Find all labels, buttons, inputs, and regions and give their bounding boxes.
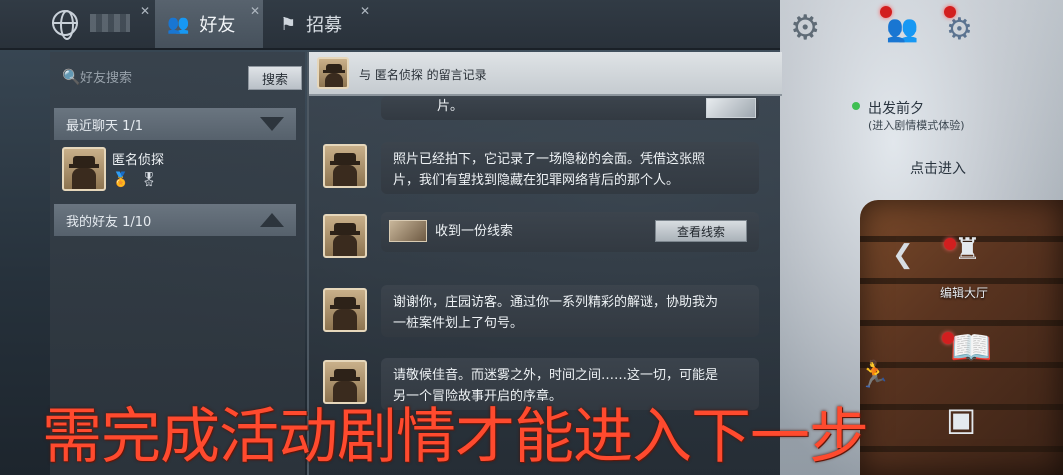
detective-avatar (323, 144, 367, 188)
my-friends-header[interactable]: 我的好友 1/10 (54, 204, 296, 236)
my-friends-label: 我的好友 1/10 (66, 214, 152, 230)
item-icon[interactable]: ▣ (946, 400, 976, 438)
photo-thumbnail[interactable] (706, 98, 756, 118)
edit-hall-icon[interactable]: ♜ (954, 232, 981, 267)
event-title[interactable]: 出发前夕 (868, 98, 924, 118)
chat-message-partial: 片。 (381, 96, 759, 120)
view-clue-button[interactable]: 查看线索 (655, 220, 747, 242)
message-line: 片，我们有望找到隐藏在犯罪网络背后的那个人。 (393, 173, 680, 188)
recent-chats-header[interactable]: 最近聊天 1/1 (54, 108, 296, 140)
search-icon: 🔍 (62, 68, 81, 86)
tab-friends[interactable]: 👥 好友 (155, 0, 263, 48)
message-line: 一桩案件划上了句号。 (393, 316, 524, 331)
friend-list-item[interactable]: 匿名侦探 🏅 🎖 (54, 145, 296, 197)
clue-thumbnail[interactable] (389, 220, 427, 242)
mute-icon: ✕ (360, 4, 371, 18)
figure-icon[interactable]: 🏃 (858, 360, 890, 390)
message-line: 请敬候佳音。而迷雾之外，时间之间……这一切，可能是 (393, 368, 719, 383)
flag-icon: ⚑ (280, 13, 297, 35)
event-subtitle: (进入剧情模式体验) (868, 119, 965, 132)
friends-icon[interactable]: 👥 (886, 14, 918, 44)
detective-avatar (62, 147, 106, 191)
overlay-caption: 需完成活动剧情才能进入下一步 (42, 402, 869, 472)
message-line: 照片已经拍下，它记录了一场隐秘的会面。凭借这张照 (393, 152, 706, 167)
online-dot (852, 102, 860, 110)
notification-dot (944, 6, 956, 18)
chat-message: 谢谢你，庄园访客。通过你一系列精彩的解谜，协助我为 一桩案件划上了句号。 (381, 285, 759, 337)
tab-friends-label: 好友 (199, 15, 236, 36)
badge-icon: 🏅 (112, 172, 130, 188)
search-bar: 🔍 搜索 (58, 64, 303, 92)
settings-gear-icon[interactable]: ⚙ (790, 8, 820, 48)
badge-icon: 🎖 (140, 172, 158, 188)
mute-icon: ✕ (250, 4, 261, 18)
message-line: 谢谢你，庄园访客。通过你一系列精彩的解谜，协助我为 (393, 295, 719, 310)
clue-text: 收到一份线索 (435, 224, 514, 239)
enter-event-link[interactable]: 点击进入 (910, 158, 966, 178)
notification-dot (880, 6, 892, 18)
clue-message: 收到一份线索 查看线索 (381, 212, 759, 252)
edit-hall-label[interactable]: 编辑大厅 (940, 284, 988, 301)
notification-dot (944, 238, 956, 250)
mute-icon: ✕ (140, 4, 151, 18)
chat-header-title: 与 匿名侦探 的留言记录 (359, 68, 487, 82)
blurred-player-name (90, 14, 130, 32)
chat-header: 与 匿名侦探 的留言记录 (309, 52, 782, 96)
search-button[interactable]: 搜索 (248, 66, 302, 90)
collapse-up-icon (260, 213, 284, 227)
detective-avatar (323, 288, 367, 332)
friend-name: 匿名侦探 (112, 153, 165, 168)
book-icon[interactable]: 📖 (950, 328, 992, 368)
globe-icon[interactable] (52, 10, 78, 40)
message-text: 片。 (437, 99, 464, 114)
detective-avatar (317, 57, 349, 89)
tab-recruit-label: 招募 (306, 15, 343, 36)
top-tab-bar: ✕ 👥 好友 ✕ ⚑ 招募 ✕ (0, 0, 780, 50)
chat-message: 照片已经拍下，它记录了一场隐秘的会面。凭借这张照 片，我们有望找到隐藏在犯罪网络… (381, 142, 759, 194)
friends-icon: 👥 (167, 13, 190, 35)
notification-dot (942, 332, 954, 344)
collapse-down-icon (260, 117, 284, 131)
arrow-left-icon[interactable]: ❮ (892, 240, 914, 270)
detective-avatar (323, 360, 367, 404)
search-input[interactable] (80, 66, 240, 90)
detective-avatar (323, 214, 367, 258)
recent-chats-label: 最近聊天 1/1 (66, 118, 144, 134)
